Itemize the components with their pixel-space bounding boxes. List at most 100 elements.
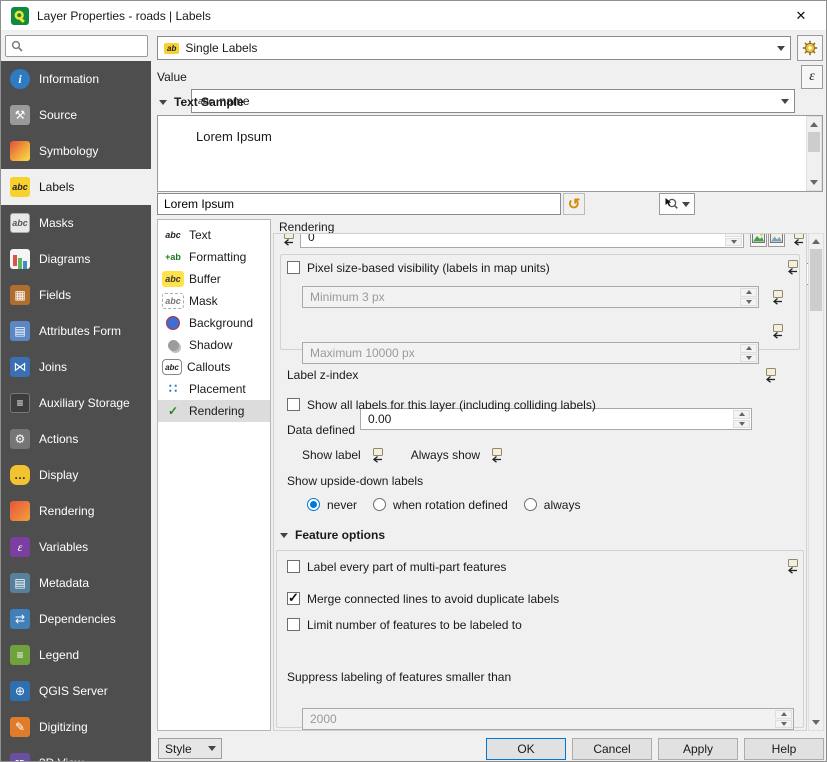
min-pixel-spinbox[interactable]: Minimum 3 px <box>302 286 759 308</box>
auto-placement-settings-button[interactable] <box>797 35 823 61</box>
maximum-scale-spinbox[interactable]: 0 <box>300 233 744 248</box>
show-label-label: Show label <box>302 448 361 462</box>
attributes-form-icon: ▤ <box>10 321 30 341</box>
limit-features-checkbox[interactable]: Limit number of features to be labeled t… <box>287 616 522 633</box>
spinner-buttons[interactable] <box>775 710 792 728</box>
max-pixel-spinbox[interactable]: Maximum 10000 px <box>302 342 759 364</box>
radio-never[interactable]: never <box>307 496 357 513</box>
limit-features-spinbox[interactable]: 2000 <box>302 708 794 730</box>
data-defined-override-button[interactable] <box>367 446 385 464</box>
sidebar-search[interactable] <box>5 35 148 57</box>
show-all-labels-checkbox[interactable]: Show all labels for this layer (includin… <box>287 396 596 413</box>
sidebar-item-diagrams[interactable]: Diagrams <box>1 241 151 277</box>
feature-options-header[interactable]: Feature options <box>280 528 385 542</box>
style-button[interactable]: Style <box>158 738 222 759</box>
scroll-down-button[interactable] <box>809 715 823 730</box>
value-field-combo[interactable]: abc name <box>191 89 795 113</box>
label-mode-combo[interactable]: ab Single Labels <box>157 36 791 60</box>
data-defined-override-button[interactable] <box>767 288 785 306</box>
metadata-icon: ▤ <box>10 573 30 593</box>
radio-when-rotation-defined[interactable]: when rotation defined <box>373 496 508 513</box>
labels-icon: abc <box>10 177 30 197</box>
sidebar-item-metadata[interactable]: ▤Metadata <box>1 565 151 601</box>
sidebar: iInformation ⚒Source Symbology abcLabels… <box>1 31 151 761</box>
sidebar-item-rendering[interactable]: Rendering <box>1 493 151 529</box>
ok-button[interactable]: OK <box>486 738 566 760</box>
spinner-buttons[interactable] <box>725 233 742 246</box>
sample-text-input-wrap <box>157 193 561 215</box>
sidebar-item-qgis-server[interactable]: ⊕QGIS Server <box>1 673 151 709</box>
tab-formatting[interactable]: +abFormatting <box>158 246 270 268</box>
reset-sample-button[interactable]: ↺ <box>563 193 585 215</box>
sample-scrollbar[interactable] <box>806 116 822 191</box>
tab-placement[interactable]: ∷Placement <box>158 378 270 400</box>
cancel-button[interactable]: Cancel <box>572 738 652 760</box>
tab-rendering[interactable]: ✓Rendering <box>158 400 270 422</box>
data-defined-override-button[interactable] <box>782 557 800 575</box>
sidebar-item-labels[interactable]: abcLabels <box>1 169 151 205</box>
panel-scrollbar[interactable] <box>808 233 824 731</box>
map-zoom-tool-button[interactable] <box>659 193 695 215</box>
sidebar-item-joins[interactable]: ⋈Joins <box>1 349 151 385</box>
scroll-thumb[interactable] <box>808 132 820 152</box>
feature-options-group <box>276 550 804 728</box>
scroll-down-button[interactable] <box>807 175 821 190</box>
mask-tab-icon: abc <box>162 293 184 309</box>
sidebar-item-information[interactable]: iInformation <box>1 61 151 97</box>
sidebar-item-digitizing[interactable]: ✎Digitizing <box>1 709 151 745</box>
set-to-canvas-scale-button[interactable] <box>750 233 767 247</box>
spinner-buttons[interactable] <box>740 344 757 362</box>
sidebar-item-dependencies[interactable]: ⇄Dependencies <box>1 601 151 637</box>
sidebar-item-legend[interactable]: ≡Legend <box>1 637 151 673</box>
apply-button[interactable]: Apply <box>658 738 738 760</box>
checkbox-icon <box>287 261 300 274</box>
sidebar-item-source[interactable]: ⚒Source <box>1 97 151 133</box>
source-icon: ⚒ <box>10 105 30 125</box>
sidebar-item-actions[interactable]: ⚙Actions <box>1 421 151 457</box>
tab-text[interactable]: abcText <box>158 224 270 246</box>
data-defined-override-button[interactable] <box>788 233 806 247</box>
sidebar-item-masks[interactable]: abcMasks <box>1 205 151 241</box>
expression-builder-button[interactable]: ε <box>801 65 823 89</box>
masks-icon: abc <box>10 213 30 233</box>
scroll-up-button[interactable] <box>807 117 821 132</box>
search-input[interactable] <box>27 39 142 53</box>
text-sample-preview: Lorem Ipsum <box>157 115 823 192</box>
sidebar-item-display[interactable]: …Display <box>1 457 151 493</box>
close-button[interactable]: ✕ <box>786 8 816 24</box>
data-defined-override-button[interactable] <box>760 366 778 384</box>
rendering-tab-icon: ✓ <box>162 403 184 419</box>
scroll-thumb[interactable] <box>810 249 822 311</box>
sidebar-item-fields[interactable]: ▦Fields <box>1 277 151 313</box>
tab-callouts[interactable]: abcCallouts <box>158 356 270 378</box>
tab-background[interactable]: Background <box>158 312 270 334</box>
merge-connected-lines-checkbox[interactable]: Merge connected lines to avoid duplicate… <box>287 590 559 607</box>
label-every-part-checkbox[interactable]: Label every part of multi-part features <box>287 558 506 575</box>
tab-mask[interactable]: abcMask <box>158 290 270 312</box>
pixel-visibility-checkbox[interactable]: Pixel size-based visibility (labels in m… <box>287 259 550 276</box>
data-defined-override-button[interactable] <box>486 446 504 464</box>
spinner-buttons[interactable] <box>733 410 750 428</box>
search-icon <box>11 40 23 52</box>
scroll-up-button[interactable] <box>809 234 823 249</box>
scale-visibility-row: 0 <box>274 233 807 250</box>
maximum-scale-value: 0 <box>308 233 315 244</box>
sidebar-item-attributes-form[interactable]: ▤Attributes Form <box>1 313 151 349</box>
text-sample-header[interactable]: Text Sample <box>159 95 244 109</box>
buffer-tab-icon: abc <box>162 271 184 287</box>
sample-text-input[interactable] <box>164 197 554 211</box>
set-to-canvas-extent-button[interactable] <box>768 233 785 247</box>
sidebar-item-variables[interactable]: εVariables <box>1 529 151 565</box>
sidebar-item-auxiliary-storage[interactable]: ≡Auxiliary Storage <box>1 385 151 421</box>
data-defined-override-button[interactable] <box>278 233 296 247</box>
sidebar-item-3d-view[interactable]: 3D3D View <box>1 745 151 761</box>
data-defined-override-button[interactable] <box>767 322 785 340</box>
spinner-buttons[interactable] <box>740 288 757 306</box>
radio-always[interactable]: always <box>524 496 581 513</box>
style-button-label: Style <box>165 742 192 756</box>
data-defined-override-button[interactable] <box>782 258 800 276</box>
tab-shadow[interactable]: Shadow <box>158 334 270 356</box>
tab-buffer[interactable]: abcBuffer <box>158 268 270 290</box>
sidebar-item-symbology[interactable]: Symbology <box>1 133 151 169</box>
help-button[interactable]: Help <box>744 738 824 760</box>
